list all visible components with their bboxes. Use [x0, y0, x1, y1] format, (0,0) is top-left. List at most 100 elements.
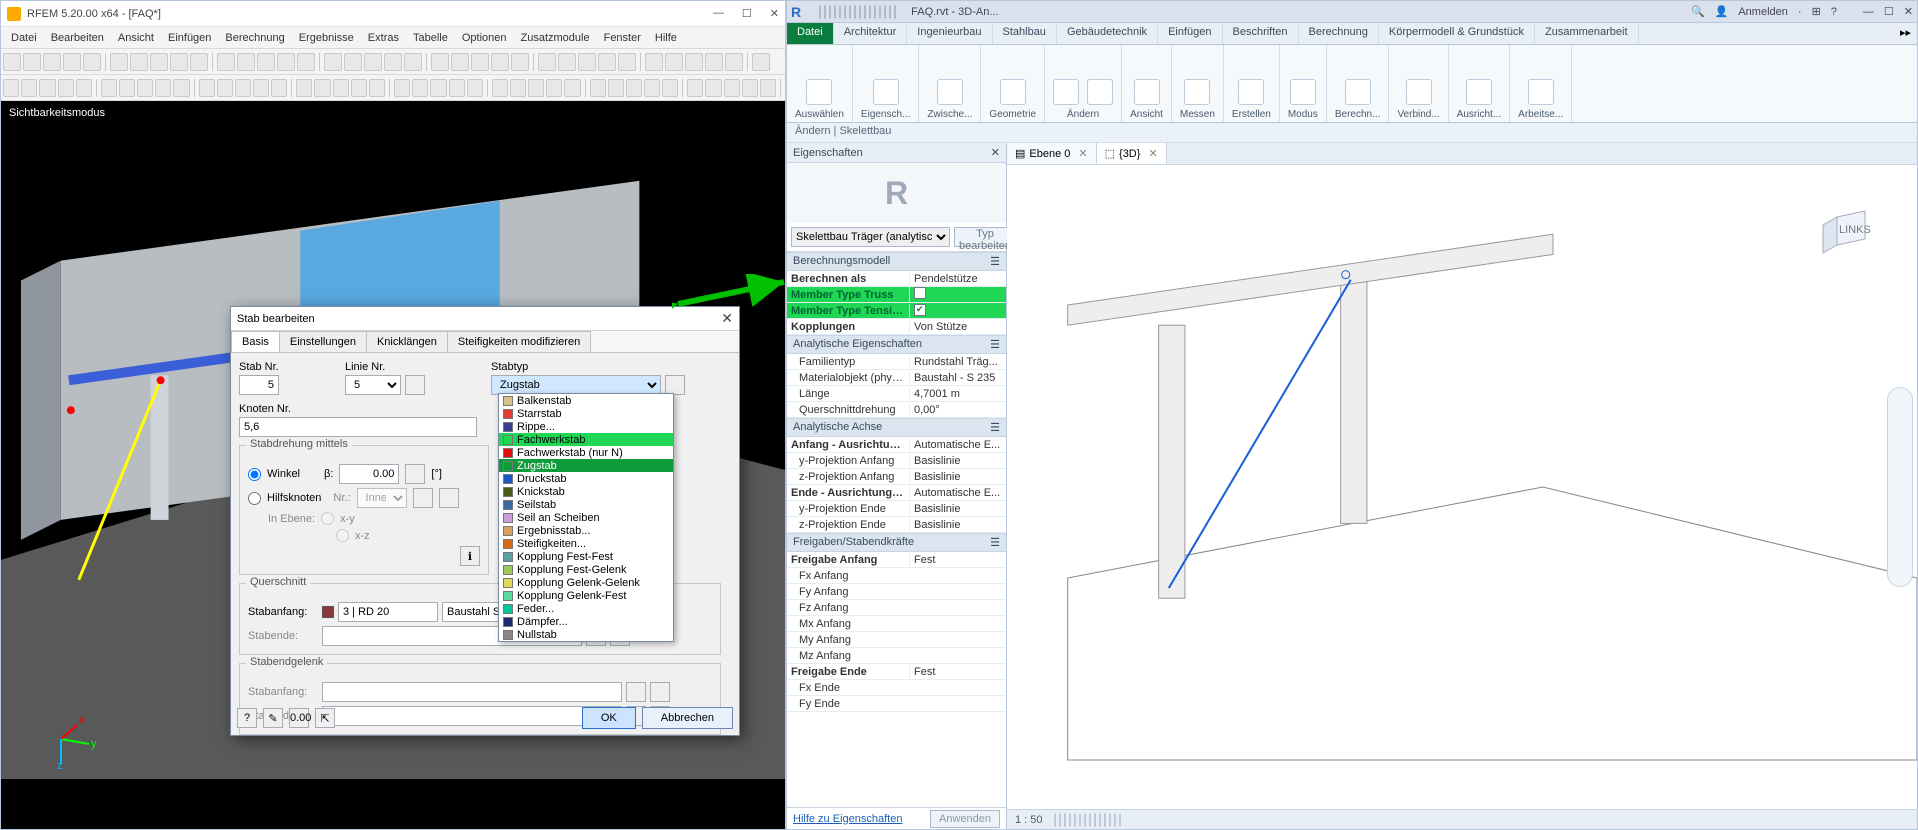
qat-button[interactable] [834, 5, 836, 19]
checkbox[interactable] [914, 304, 926, 316]
stabtyp-dropdown[interactable]: BalkenstabStarrstabRippe...FachwerkstabF… [498, 393, 674, 642]
property-row[interactable]: My Anfang [787, 632, 1006, 648]
toolbar-button[interactable] [170, 53, 188, 71]
toolbar-button[interactable] [412, 79, 428, 97]
toolbar-button[interactable] [333, 79, 349, 97]
stabtyp-option[interactable]: Kopplung Fest-Fest [499, 550, 673, 563]
toolbar-button[interactable] [510, 79, 526, 97]
toolbar-button[interactable] [76, 79, 92, 97]
property-row[interactable]: Fx Ende [787, 680, 1006, 696]
ribbon-button[interactable] [1238, 79, 1264, 105]
property-row[interactable]: KopplungenVon Stütze [787, 319, 1006, 335]
status-button[interactable] [1119, 813, 1121, 827]
toolbar-button[interactable] [3, 53, 21, 71]
app-exchange-icon[interactable]: ⊞ [1812, 5, 1821, 18]
ribbon-tab-datei[interactable]: Datei [787, 23, 834, 44]
property-row[interactable]: Fx Anfang [787, 568, 1006, 584]
beta-input[interactable] [339, 464, 399, 484]
ribbon-button[interactable] [806, 79, 832, 105]
ribbon-button[interactable] [1466, 79, 1492, 105]
toolbar-button[interactable] [257, 53, 275, 71]
toolbar-button[interactable] [608, 79, 624, 97]
property-group-header[interactable]: Analytische Eigenschaften☰ [787, 335, 1006, 354]
ribbon-button[interactable] [1406, 79, 1432, 105]
property-row[interactable]: Freigabe EndeFest [787, 664, 1006, 680]
property-group-header[interactable]: Berechnungsmodell☰ [787, 252, 1006, 271]
status-button[interactable] [1114, 813, 1116, 827]
toolbar-button[interactable] [590, 79, 606, 97]
qat-button[interactable] [824, 5, 826, 19]
qat-button[interactable] [829, 5, 831, 19]
minimize-button[interactable]: — [713, 7, 724, 20]
toolbar-button[interactable] [3, 79, 19, 97]
cancel-button[interactable]: Abbrechen [642, 707, 733, 729]
status-button[interactable] [1104, 813, 1106, 827]
help-icon[interactable]: ? [1831, 6, 1837, 18]
winkel-radio[interactable] [248, 468, 261, 481]
toolbar-button[interactable] [155, 79, 171, 97]
login-link[interactable]: Anmelden [1738, 6, 1788, 18]
ribbon-button[interactable] [1345, 79, 1371, 105]
toolbar-button[interactable] [63, 53, 81, 71]
stabtyp-option[interactable]: Dämpfer... [499, 615, 673, 628]
toolbar-button[interactable] [235, 79, 251, 97]
stabtyp-option[interactable]: Feder... [499, 602, 673, 615]
ok-button[interactable]: OK [582, 707, 636, 729]
toolbar-button[interactable] [101, 79, 117, 97]
toolbar-button[interactable] [528, 79, 544, 97]
stabtyp-option[interactable]: Zugstab [499, 459, 673, 472]
units-button[interactable]: 0.00 [289, 708, 309, 728]
ribbon-tab-beschriften[interactable]: Beschriften [1223, 23, 1299, 44]
pick-line-button[interactable] [405, 375, 425, 395]
stabtyp-option[interactable]: Rippe... [499, 420, 673, 433]
qat-button[interactable] [879, 5, 881, 19]
status-button[interactable] [1069, 813, 1071, 827]
toolbar-button[interactable] [324, 53, 342, 71]
stabtyp-option[interactable]: Steifigkeiten... [499, 537, 673, 550]
toolbar-button[interactable] [344, 53, 362, 71]
toolbar-button[interactable] [364, 53, 382, 71]
status-button[interactable] [1089, 813, 1091, 827]
rfem-viewport[interactable]: Sichtbarkeitsmodus z y x Stab bearbeiten… [1, 101, 785, 829]
toolbar-button[interactable] [394, 79, 410, 97]
toolbar-button[interactable] [21, 79, 37, 97]
user-icon[interactable]: 👤 [1715, 5, 1729, 18]
toolbar-button[interactable] [253, 79, 269, 97]
close-button[interactable]: ✕ [1904, 5, 1913, 18]
toolbar-button[interactable] [137, 79, 153, 97]
toolbar-button[interactable] [173, 79, 189, 97]
apply-button[interactable]: Anwenden [930, 810, 1000, 828]
stabtyp-option[interactable]: Nullstab [499, 628, 673, 641]
menu-extras[interactable]: Extras [362, 30, 405, 46]
ribbon-button[interactable] [1134, 79, 1160, 105]
toolbar-button[interactable] [471, 53, 489, 71]
toolbar-button[interactable] [687, 79, 703, 97]
dialog-tab-2[interactable]: Knicklängen [366, 331, 448, 352]
stabtyp-new-button[interactable] [665, 375, 685, 395]
property-row[interactable]: Freigabe AnfangFest [787, 552, 1006, 568]
qat-button[interactable] [849, 5, 851, 19]
qat-button[interactable] [819, 5, 821, 19]
stabtyp-option[interactable]: Seilstab [499, 498, 673, 511]
toolbar-button[interactable] [742, 79, 758, 97]
property-row[interactable]: Mz Anfang [787, 648, 1006, 664]
ribbon-tab-architektur[interactable]: Architektur [834, 23, 908, 44]
ribbon-button[interactable] [1000, 79, 1026, 105]
toolbar-button[interactable] [150, 53, 168, 71]
toolbar-button[interactable] [277, 53, 295, 71]
toolbar-button[interactable] [752, 53, 770, 71]
qs-anfang-input[interactable] [338, 602, 438, 622]
toolbar-button[interactable] [369, 79, 385, 97]
stabtyp-option[interactable]: Balkenstab [499, 394, 673, 407]
toolbar-button[interactable] [297, 53, 315, 71]
beta-stepper[interactable] [405, 464, 425, 484]
toolbar-button[interactable] [217, 79, 233, 97]
toolbar-button[interactable] [431, 53, 449, 71]
menu-hilfe[interactable]: Hilfe [649, 30, 683, 46]
toolbar-button[interactable] [451, 53, 469, 71]
property-row[interactable]: Querschnittdrehung0,00° [787, 402, 1006, 418]
property-group-header[interactable]: Freigaben/Stabendkräfte☰ [787, 533, 1006, 552]
property-row[interactable]: Berechnen alsPendelstütze [787, 271, 1006, 287]
menu-ansicht[interactable]: Ansicht [112, 30, 160, 46]
stabtyp-option[interactable]: Kopplung Gelenk-Fest [499, 589, 673, 602]
